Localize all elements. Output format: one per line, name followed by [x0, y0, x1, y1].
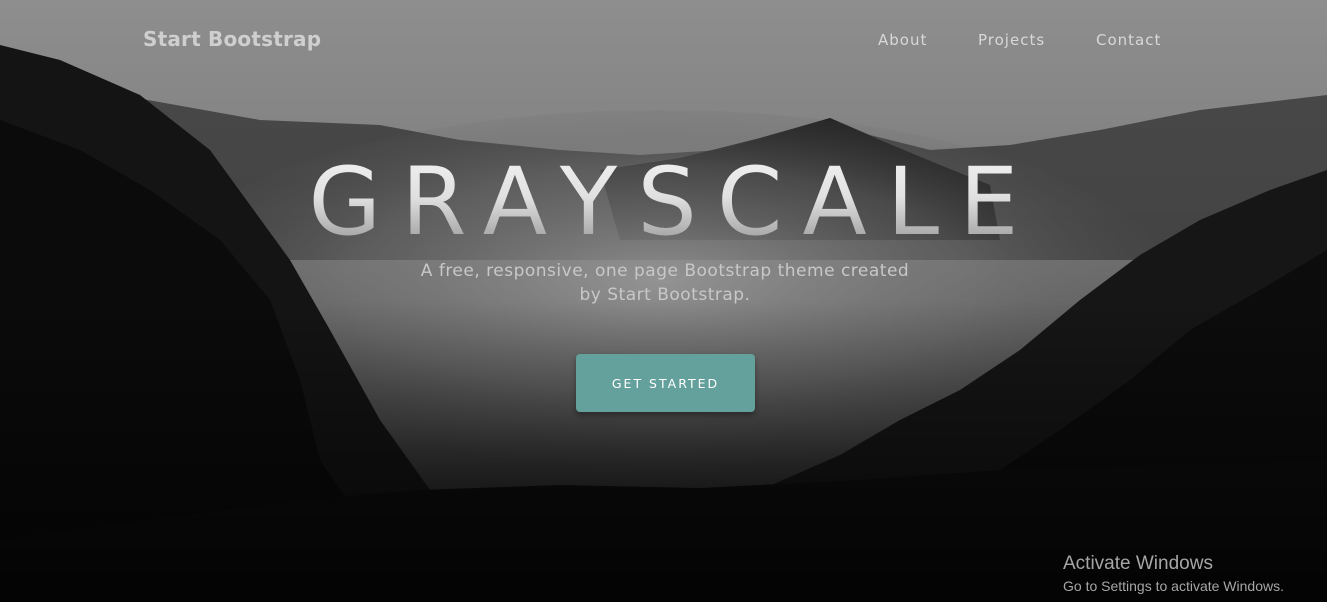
get-started-button[interactable]: Get Started	[576, 354, 755, 412]
nav-link-projects[interactable]: Projects	[978, 31, 1045, 49]
activate-windows-subtitle: Go to Settings to activate Windows.	[1063, 578, 1284, 594]
navbar: Start Bootstrap About Projects Contact	[0, 0, 1327, 80]
hero-title: GRAYSCALE	[0, 148, 1327, 258]
nav-link-about[interactable]: About	[878, 31, 927, 49]
activate-windows-title: Activate Windows	[1063, 553, 1213, 574]
activate-windows-watermark: Activate Windows Go to Settings to activ…	[1063, 552, 1284, 596]
nav-link-contact[interactable]: Contact	[1096, 31, 1161, 49]
brand-link[interactable]: Start Bootstrap	[143, 27, 321, 51]
hero-subtitle: A free, responsive, one page Bootstrap t…	[420, 261, 910, 305]
hero-section: Start Bootstrap About Projects Contact G…	[0, 0, 1327, 602]
